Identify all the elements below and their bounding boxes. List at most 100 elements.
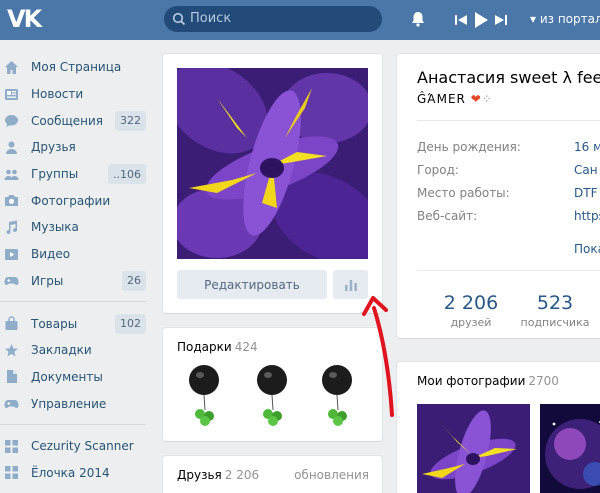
- sidebar-item-games[interactable]: Игры 26: [0, 268, 150, 295]
- sidebar-item-label: Ёлочка 2014: [31, 465, 110, 480]
- sidebar-divider: [0, 417, 146, 425]
- chevron-down-icon: ▾: [530, 12, 540, 26]
- gift-balloon-icon[interactable]: [184, 364, 224, 428]
- sidebar-item-photos[interactable]: Фотографии: [0, 187, 150, 214]
- iris-flower-photo: [417, 404, 530, 493]
- sidebar-item-label: Видео: [31, 247, 71, 262]
- sidebar-item-label: Управление: [31, 396, 107, 411]
- messages-count-badge: 322: [115, 110, 146, 131]
- sidebar-item-label: Группы: [31, 167, 79, 182]
- sidebar-item-messages[interactable]: Сообщения 322: [0, 107, 150, 134]
- sidebar-item-groups[interactable]: Группы ..106: [0, 161, 150, 188]
- sidebar-item-music[interactable]: Музыка: [0, 214, 150, 241]
- home-icon: [5, 60, 18, 74]
- my-photos-card: Мои фотографии 2700: [397, 362, 600, 493]
- sidebar-item-cezurity-scanner[interactable]: Cezurity Scanner: [0, 433, 150, 460]
- prev-track-icon[interactable]: [455, 14, 467, 26]
- star-icon: [5, 343, 18, 357]
- vk-logo[interactable]: VK: [7, 5, 42, 33]
- followers-counter[interactable]: 523 подписчика: [515, 292, 595, 329]
- counter-label: подписчика: [520, 316, 590, 329]
- statistics-button[interactable]: [333, 270, 368, 299]
- profile-avatar[interactable]: [177, 68, 368, 259]
- play-icon[interactable]: [474, 12, 488, 28]
- info-value[interactable]: 16 м: [574, 140, 600, 154]
- groups-count-badge: ..106: [108, 164, 146, 185]
- info-row-workplace: Место работы: DTF: [417, 186, 600, 200]
- sidebar-item-goods[interactable]: Товары 102: [0, 310, 150, 337]
- goods-count-badge: 102: [115, 313, 146, 334]
- profile-name: Анастасия sweet λ fee: [417, 68, 600, 87]
- edit-profile-button[interactable]: Редактировать: [177, 270, 327, 299]
- info-label: Место работы:: [417, 186, 510, 200]
- games-count-badge: 26: [122, 270, 146, 291]
- gifts-card: Подарки 424: [163, 328, 382, 441]
- groups-icon: [4, 169, 19, 180]
- show-more-link[interactable]: Пока: [574, 242, 600, 256]
- info-label: Веб-сайт:: [417, 209, 478, 223]
- bell-icon[interactable]: [409, 10, 427, 28]
- profile-status[interactable]: ĜΆΜΕR ❤⁘: [417, 92, 493, 106]
- sidebar-item-label: Cezurity Scanner: [31, 439, 134, 454]
- sidebar-item-bookmarks[interactable]: Закладки: [0, 337, 150, 364]
- bag-icon: [5, 316, 18, 331]
- video-icon: [5, 248, 18, 260]
- gamepad-icon: [4, 277, 19, 286]
- sidebar-item-label: Товары: [31, 316, 78, 331]
- photo-thumbnail[interactable]: [417, 404, 530, 493]
- document-icon: [7, 370, 17, 384]
- photos-header[interactable]: Мои фотографии 2700: [417, 374, 559, 388]
- dots-emoji-icon: ⁘: [481, 92, 493, 106]
- sidebar-item-label: Друзья: [31, 140, 76, 155]
- search-field[interactable]: Поиск: [164, 6, 382, 32]
- info-value[interactable]: DTF: [574, 186, 597, 200]
- profile-status-text: ĜΆΜΕR: [417, 92, 466, 106]
- friends-header[interactable]: Друзья 2 206: [177, 468, 259, 482]
- bar-chart-icon: [344, 279, 357, 291]
- next-track-icon[interactable]: [495, 14, 507, 26]
- sidebar-item-documents[interactable]: Документы: [0, 364, 150, 391]
- avatar-card: Редактировать: [163, 54, 382, 313]
- gift-balloon-icon[interactable]: [317, 364, 357, 428]
- sidebar-item-label: Фотографии: [31, 193, 111, 208]
- sidebar-item-my-page[interactable]: Моя Страница: [0, 54, 150, 81]
- friends-card: Друзья 2 206 обновления: [163, 456, 382, 493]
- sidebar-item-friends[interactable]: Друзья: [0, 134, 150, 161]
- profile-divider: [417, 270, 600, 271]
- info-value[interactable]: https: [574, 209, 600, 223]
- sidebar-item-label: Моя Страница: [31, 60, 122, 75]
- counter-number: 523: [536, 292, 574, 314]
- counter-number: 2 206: [443, 292, 499, 314]
- info-row-website: Веб-сайт: https: [417, 209, 600, 223]
- info-value[interactable]: Сан: [574, 163, 598, 177]
- sidebar-item-news[interactable]: Новости: [0, 81, 150, 108]
- galaxy-photo: [540, 404, 600, 493]
- search-icon: [172, 12, 186, 26]
- messages-icon: [5, 115, 18, 128]
- friends-count: 2 206: [224, 468, 260, 482]
- app-icon: [5, 439, 18, 453]
- music-icon: [6, 220, 18, 235]
- app-icon: [5, 466, 18, 480]
- sidebar-item-management[interactable]: Управление: [0, 390, 150, 417]
- sidebar-item-video[interactable]: Видео: [0, 241, 150, 268]
- friends-counter[interactable]: 2 206 друзей: [441, 292, 501, 329]
- now-playing[interactable]: ▾ из портал Т: [530, 12, 600, 26]
- info-label: День рождения:: [417, 140, 521, 154]
- sidebar-item-elochka-2014[interactable]: Ёлочка 2014: [0, 460, 150, 487]
- camera-icon: [5, 195, 18, 207]
- gifts-header[interactable]: Подарки 424: [177, 340, 258, 354]
- gift-balloon-icon[interactable]: [252, 364, 292, 428]
- profile-info-card: Анастасия sweet λ fee ĜΆΜΕR ❤⁘ День рожд…: [397, 54, 600, 338]
- photo-thumbnail[interactable]: [540, 404, 600, 493]
- friends-updates-link[interactable]: обновления: [294, 468, 369, 482]
- left-sidebar: Моя Страница Новости Сообщения 322 Друзь…: [0, 54, 150, 486]
- gifts-title: Подарки: [177, 340, 232, 354]
- friends-title: Друзья: [177, 468, 222, 482]
- news-icon: [5, 88, 18, 100]
- photos-title: Мои фотографии: [417, 374, 526, 388]
- gamepad-icon: [4, 400, 19, 409]
- sidebar-item-label: Музыка: [31, 220, 79, 235]
- profile-divider: [417, 120, 600, 121]
- sidebar-item-label: Документы: [31, 369, 103, 384]
